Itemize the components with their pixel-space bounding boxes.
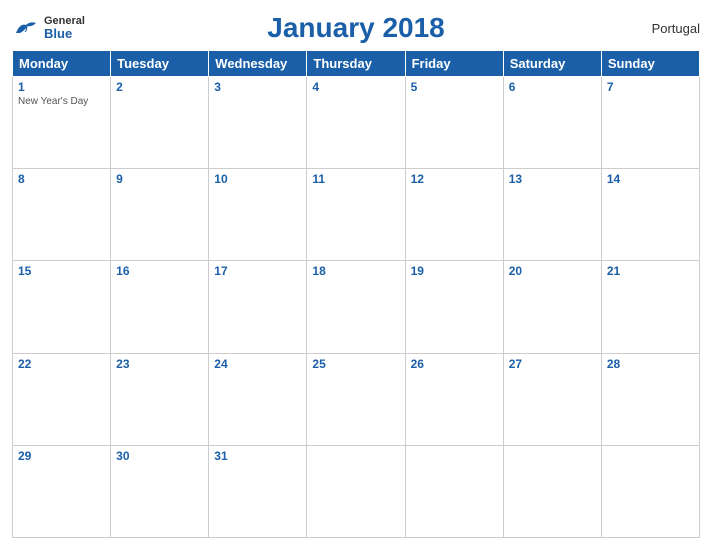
- calendar-cell: 9: [111, 169, 209, 261]
- calendar-cell: 12: [405, 169, 503, 261]
- calendar-cell: 17: [209, 261, 307, 353]
- day-number: 24: [214, 357, 301, 371]
- calendar-cell: 8: [13, 169, 111, 261]
- calendar-table: MondayTuesdayWednesdayThursdayFridaySatu…: [12, 50, 700, 538]
- calendar-cell: 16: [111, 261, 209, 353]
- week-row-4: 22 23 24 25 26 27 28: [13, 353, 700, 445]
- day-number: 10: [214, 172, 301, 186]
- holiday-label: New Year's Day: [18, 96, 105, 107]
- calendar-cell: 28: [601, 353, 699, 445]
- day-number: 15: [18, 264, 105, 278]
- day-number: 17: [214, 264, 301, 278]
- logo-blue: Blue: [44, 27, 85, 41]
- day-number: 9: [116, 172, 203, 186]
- day-number: 13: [509, 172, 596, 186]
- calendar-cell: 2: [111, 77, 209, 169]
- day-number: 1: [18, 80, 105, 94]
- logo-bird-icon: [12, 19, 40, 37]
- day-number: 7: [607, 80, 694, 94]
- calendar-title-block: January 2018: [267, 12, 444, 44]
- calendar-cell: 5: [405, 77, 503, 169]
- calendar-cell: 15: [13, 261, 111, 353]
- calendar-cell: 31: [209, 445, 307, 537]
- day-number: 11: [312, 172, 399, 186]
- weekday-header-thursday: Thursday: [307, 51, 405, 77]
- day-number: 8: [18, 172, 105, 186]
- calendar-cell: 25: [307, 353, 405, 445]
- calendar-cell: 13: [503, 169, 601, 261]
- day-number: 22: [18, 357, 105, 371]
- weekday-header-tuesday: Tuesday: [111, 51, 209, 77]
- day-number: 14: [607, 172, 694, 186]
- calendar-cell: 19: [405, 261, 503, 353]
- calendar-cell: 6: [503, 77, 601, 169]
- day-number: 3: [214, 80, 301, 94]
- calendar-title: January 2018: [267, 12, 444, 43]
- calendar-header: General Blue January 2018 Portugal: [12, 12, 700, 44]
- day-number: 18: [312, 264, 399, 278]
- day-number: 5: [411, 80, 498, 94]
- weekday-header-wednesday: Wednesday: [209, 51, 307, 77]
- calendar-cell: 10: [209, 169, 307, 261]
- day-number: 4: [312, 80, 399, 94]
- calendar-cell: 29: [13, 445, 111, 537]
- day-number: 28: [607, 357, 694, 371]
- calendar-cell: [405, 445, 503, 537]
- weekday-header-saturday: Saturday: [503, 51, 601, 77]
- week-row-5: 29 30 31: [13, 445, 700, 537]
- weekday-header-sunday: Sunday: [601, 51, 699, 77]
- calendar-cell: [503, 445, 601, 537]
- day-number: 19: [411, 264, 498, 278]
- weekday-header-row: MondayTuesdayWednesdayThursdayFridaySatu…: [13, 51, 700, 77]
- day-number: 27: [509, 357, 596, 371]
- calendar-cell: 20: [503, 261, 601, 353]
- day-number: 25: [312, 357, 399, 371]
- calendar-cell: 7: [601, 77, 699, 169]
- calendar-cell: 27: [503, 353, 601, 445]
- weekday-header-monday: Monday: [13, 51, 111, 77]
- country-label: Portugal: [652, 21, 700, 36]
- calendar-cell: 1 New Year's Day: [13, 77, 111, 169]
- logo-text: General Blue: [44, 15, 85, 41]
- calendar-cell: 30: [111, 445, 209, 537]
- calendar-cell: 3: [209, 77, 307, 169]
- week-row-3: 15 16 17 18 19 20 21: [13, 261, 700, 353]
- day-number: 29: [18, 449, 105, 463]
- day-number: 30: [116, 449, 203, 463]
- calendar-cell: 21: [601, 261, 699, 353]
- logo: General Blue: [12, 15, 85, 41]
- calendar-cell: 22: [13, 353, 111, 445]
- calendar-cell: [601, 445, 699, 537]
- calendar-cell: 11: [307, 169, 405, 261]
- calendar-cell: 24: [209, 353, 307, 445]
- day-number: 2: [116, 80, 203, 94]
- weekday-header-friday: Friday: [405, 51, 503, 77]
- week-row-1: 1 New Year's Day 234567: [13, 77, 700, 169]
- day-number: 26: [411, 357, 498, 371]
- calendar-cell: 26: [405, 353, 503, 445]
- day-number: 23: [116, 357, 203, 371]
- day-number: 16: [116, 264, 203, 278]
- calendar-cell: 4: [307, 77, 405, 169]
- week-row-2: 89 10 11 12 13 14: [13, 169, 700, 261]
- day-number: 21: [607, 264, 694, 278]
- day-number: 6: [509, 80, 596, 94]
- calendar-cell: 23: [111, 353, 209, 445]
- day-number: 31: [214, 449, 301, 463]
- day-number: 12: [411, 172, 498, 186]
- calendar-cell: [307, 445, 405, 537]
- calendar-cell: 14: [601, 169, 699, 261]
- day-number: 20: [509, 264, 596, 278]
- calendar-cell: 18: [307, 261, 405, 353]
